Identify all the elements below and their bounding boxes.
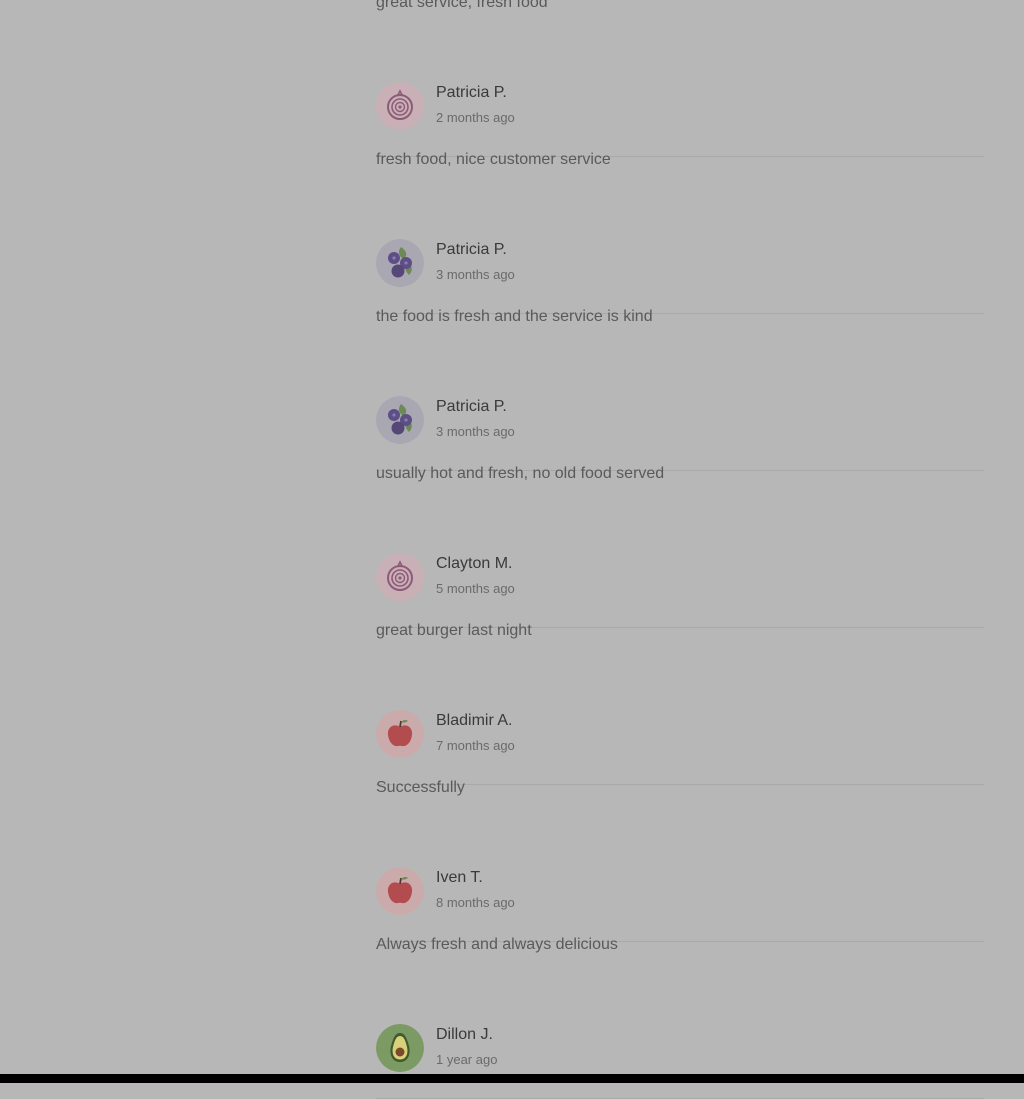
reviewer-name: Patricia P. — [436, 241, 507, 258]
review-time: 8 months ago — [436, 895, 515, 910]
onion-icon — [376, 553, 424, 601]
review-time: 3 months ago — [436, 267, 515, 282]
bottom-bar — [0, 1074, 1024, 1083]
review-item: Bladimir A. 7 months ago Successfully — [376, 628, 984, 796]
apple-icon — [376, 710, 424, 758]
review-time: 1 year ago — [436, 1052, 498, 1067]
reviewer-name: Dillon J. — [436, 1026, 493, 1043]
apple-icon — [376, 867, 424, 915]
review-item: Clayton M. 5 months ago great burger las… — [376, 471, 984, 639]
review-time: 3 months ago — [436, 424, 515, 439]
reviewer-name: Clayton M. — [436, 555, 513, 572]
blueberries-icon — [376, 239, 424, 287]
onion-icon — [376, 82, 424, 130]
review-time: 7 months ago — [436, 738, 515, 753]
avocado-icon — [376, 1024, 424, 1072]
reviewer-name: Iven T. — [436, 869, 483, 886]
reviewer-name: Bladimir A. — [436, 712, 513, 729]
review-item: Patricia P. 3 months ago the food is fre… — [376, 157, 984, 325]
review-time: 2 months ago — [436, 110, 515, 125]
review-item: Patricia P. 2 months ago fresh food, nic… — [376, 0, 984, 168]
review-item: Patricia P. 3 months ago usually hot and… — [376, 314, 984, 482]
reviews-list: great service, fresh food Patricia P. 2 … — [376, 0, 984, 1099]
reviewer-name: Patricia P. — [436, 84, 507, 101]
review-item: Iven T. 8 months ago Always fresh and al… — [376, 785, 984, 953]
review-time: 5 months ago — [436, 581, 515, 596]
blueberries-icon — [376, 396, 424, 444]
reviewer-name: Patricia P. — [436, 398, 507, 415]
